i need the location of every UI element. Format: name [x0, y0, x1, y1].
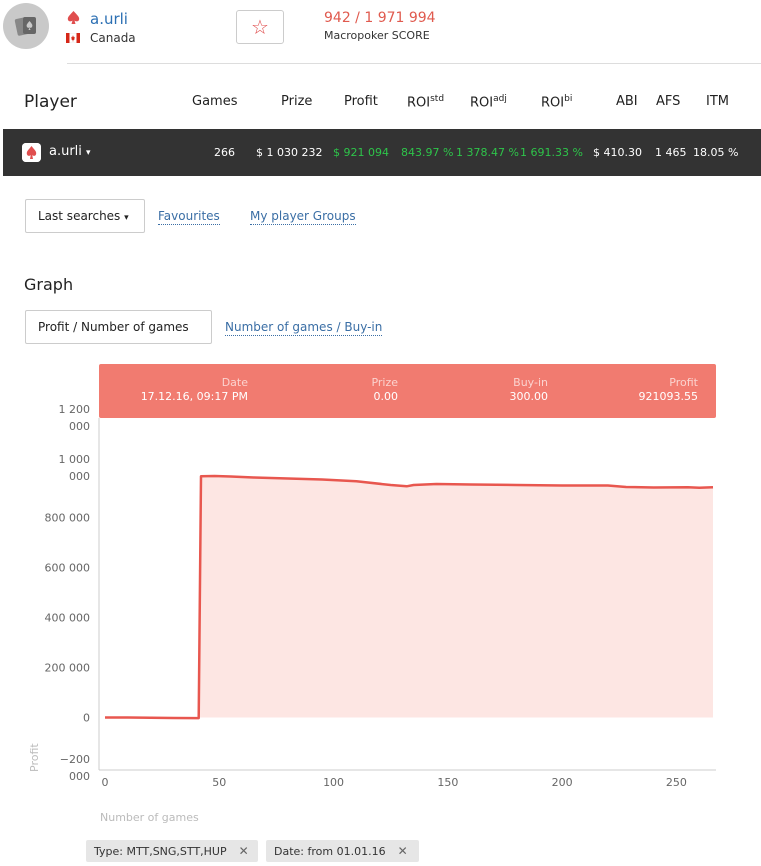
last-searches-dropdown[interactable]: Last searches ▾	[25, 199, 145, 233]
star-icon: ☆	[251, 15, 269, 39]
y-tick-label: 800 000	[45, 512, 91, 525]
tooltip-buyin-label: Buy-in	[513, 376, 548, 389]
y-tick-label: 600 000	[45, 562, 91, 575]
header-divider	[67, 63, 761, 64]
caret-down-icon: ▾	[86, 148, 91, 158]
y-tick-label: 400 000	[45, 612, 91, 625]
y-tick-label: 000	[69, 770, 90, 783]
y-tick-label: 0	[83, 712, 90, 725]
cards-icon	[14, 17, 36, 36]
tooltip-date-value: 17.12.16, 09:17 PM	[141, 390, 248, 403]
x-tick-label: 150	[437, 776, 458, 789]
tooltip-prize-value: 0.00	[374, 390, 399, 403]
profit-chart[interactable]: −2000000200 000400 000600 000800 0001 00…	[0, 360, 761, 838]
tooltip-buyin-value: 300.00	[510, 390, 549, 403]
col-abi: ABI	[616, 94, 638, 109]
favourites-link[interactable]: Favourites	[158, 209, 220, 225]
col-roi-std: ROIstd	[407, 94, 445, 111]
tooltip-date-label: Date	[222, 376, 249, 389]
macropoker-score: 942 / 1 971 994	[324, 10, 436, 26]
x-tick-label: 100	[323, 776, 344, 789]
country-label: Canada	[90, 31, 136, 45]
caret-down-icon: ▾	[124, 213, 129, 223]
tab-profit-games[interactable]: Profit / Number of games	[25, 310, 212, 344]
hover-tooltip: Date 17.12.16, 09:17 PM Prize 0.00 Buy-i…	[99, 364, 716, 418]
row-afs: 1 465	[655, 146, 687, 159]
row-prize: $ 1 030 232	[256, 146, 323, 159]
y-tick-label: 200 000	[45, 662, 91, 675]
avatar[interactable]	[3, 3, 49, 49]
tooltip-prize-label: Prize	[371, 376, 398, 389]
col-itm: ITM	[706, 94, 729, 109]
tab-games-buyin[interactable]: Number of games / Buy-in	[225, 320, 383, 336]
row-roi-bi: 1 691.33 %	[520, 146, 583, 159]
y-tick-label: 000	[69, 420, 90, 433]
row-itm: 18.05 %	[693, 146, 739, 159]
filter-chip-date: Date: from 01.01.16 ✕	[266, 840, 419, 862]
y-tick-label: −200	[60, 753, 90, 766]
profit-area	[105, 476, 713, 719]
col-prize: Prize	[281, 94, 313, 109]
row-games: 266	[214, 146, 235, 159]
favourite-button[interactable]: ☆	[236, 10, 284, 44]
y-tick-label: 1 000	[59, 453, 91, 466]
col-roi-bi: ROIbi	[541, 94, 573, 111]
tooltip-profit-label: Profit	[669, 376, 698, 389]
col-roi-adj: ROIadj	[470, 94, 507, 111]
score-label: Macropoker SCORE	[324, 29, 430, 42]
canada-flag-icon	[66, 33, 80, 43]
pokerstars-logo-icon	[22, 143, 41, 162]
col-afs: AFS	[656, 94, 681, 109]
close-icon[interactable]: ✕	[398, 844, 408, 858]
player-stats-row: a.urli ▾ 266 $ 1 030 232 $ 921 094 843.9…	[3, 129, 761, 176]
y-axis-title: Profit	[28, 743, 41, 772]
tooltip-profit-value: 921093.55	[639, 390, 699, 403]
player-groups-link[interactable]: My player Groups	[250, 209, 356, 225]
player-heading: Player	[24, 92, 77, 112]
row-roi-adj: 1 378.47 %	[456, 146, 519, 159]
y-tick-label: 1 200	[59, 403, 91, 416]
col-games: Games	[192, 94, 238, 109]
row-roi-std: 843.97 %	[401, 146, 454, 159]
row-abi: $ 410.30	[593, 146, 642, 159]
close-icon[interactable]: ✕	[239, 844, 249, 858]
y-tick-label: 000	[69, 470, 90, 483]
x-axis-title: Number of games	[100, 811, 199, 824]
x-tick-label: 250	[666, 776, 687, 789]
row-profit: $ 921 094	[333, 146, 389, 159]
row-player-name[interactable]: a.urli ▾	[49, 144, 91, 159]
filter-chip-type: Type: MTT,SNG,STT,HUP ✕	[86, 840, 258, 862]
pokerstars-spade-icon	[67, 11, 80, 24]
player-name-link[interactable]: a.urli	[90, 10, 128, 28]
graph-heading: Graph	[24, 275, 74, 294]
x-tick-label: 50	[212, 776, 226, 789]
col-profit: Profit	[344, 94, 378, 109]
x-tick-label: 0	[102, 776, 109, 789]
x-tick-label: 200	[552, 776, 573, 789]
